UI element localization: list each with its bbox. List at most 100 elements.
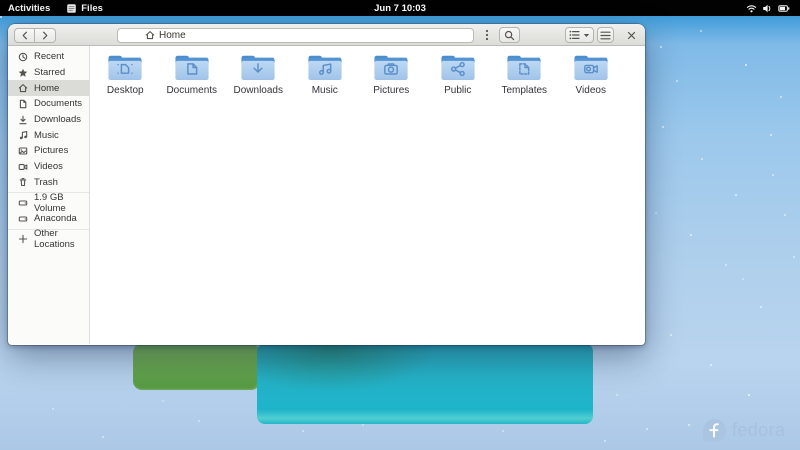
- background-window-teal[interactable]: [257, 343, 593, 424]
- files-app-icon: [67, 3, 77, 13]
- sidebar-item-label: Pictures: [34, 145, 69, 157]
- download-icon: [19, 115, 27, 124]
- folder-label: Downloads: [233, 85, 283, 96]
- app-menu-label: Files: [81, 2, 103, 14]
- sidebar-item-label: Starred: [34, 67, 66, 79]
- kebab-menu-icon: [485, 29, 489, 41]
- file-grid: Desktop Documents Downloads Music Pictur…: [90, 46, 645, 344]
- folder-icon: [308, 55, 342, 80]
- sidebar-item-music[interactable]: Music: [8, 127, 89, 143]
- folder-label: Templates: [501, 85, 548, 96]
- desktop: fedora Activities Files Jun 7 10:03 Home…: [0, 0, 800, 450]
- header-bar: Home: [8, 24, 645, 46]
- folder-icon: [374, 55, 408, 80]
- sidebar-item-label: Music: [34, 129, 59, 141]
- sidebar-item-label: Documents: [34, 98, 83, 110]
- folder-label: Videos: [575, 85, 606, 96]
- folder-icon: [507, 55, 541, 80]
- sidebar-item-starred[interactable]: Starred: [8, 65, 89, 81]
- sidebar-item-label: Downloads: [34, 114, 81, 126]
- folder-desktop[interactable]: Desktop: [92, 52, 159, 96]
- path-location-label: Home: [159, 29, 186, 41]
- sidebar-item-trash[interactable]: Trash: [8, 175, 89, 191]
- folder-music[interactable]: Music: [292, 52, 359, 96]
- folder-downloads[interactable]: Downloads: [225, 52, 292, 96]
- folder-label: Public: [444, 85, 472, 96]
- sidebar-item-videos[interactable]: Videos: [8, 159, 89, 175]
- folder-icon: [241, 55, 275, 80]
- fedora-wordmark: fedora: [732, 420, 786, 440]
- chevron-left-icon: [22, 31, 27, 39]
- music-note-icon: [19, 131, 28, 140]
- plus-icon: [18, 235, 28, 244]
- location-options-button[interactable]: [479, 28, 495, 43]
- trash-icon: [19, 178, 27, 187]
- folder-documents[interactable]: Documents: [159, 52, 226, 96]
- folder-icon: [574, 55, 608, 80]
- sidebar-item-label: Videos: [34, 161, 63, 173]
- volume-icon: [763, 4, 771, 12]
- fedora-logo: fedora: [702, 418, 785, 443]
- star-icon: [18, 68, 28, 77]
- folder-label: Documents: [166, 85, 218, 96]
- battery-icon: [778, 4, 790, 12]
- wifi-icon: [746, 4, 757, 12]
- video-camera-icon: [18, 163, 28, 170]
- chevron-down-icon: [583, 33, 590, 37]
- history-buttons: [14, 27, 56, 43]
- fedora-logo-mark: [702, 418, 727, 443]
- sidebar-item-anaconda[interactable]: Anaconda: [8, 211, 89, 227]
- home-icon: [145, 31, 155, 40]
- folder-icon: [108, 55, 142, 80]
- sidebar: Recent Starred Home Documents Downloads …: [8, 46, 90, 344]
- folder-label: Music: [311, 85, 338, 96]
- wallpaper-speckles: [0, 16, 2, 18]
- folder-videos[interactable]: Videos: [558, 52, 625, 96]
- folder-grid: Desktop Documents Downloads Music Pictur…: [92, 52, 624, 96]
- top-bar: Activities Files Jun 7 10:03: [0, 0, 800, 16]
- activities-button[interactable]: Activities: [0, 0, 58, 16]
- folder-pictures[interactable]: Pictures: [358, 52, 425, 96]
- search-button[interactable]: [499, 27, 520, 43]
- list-view-icon: [569, 30, 580, 40]
- sidebar-item-home[interactable]: Home: [8, 80, 89, 97]
- files-window: Home Recent Starred Home Documents Downl…: [8, 24, 645, 345]
- folder-label: Desktop: [106, 85, 144, 96]
- folder-icon: [175, 55, 209, 80]
- sidebar-item-label: Home: [34, 82, 60, 94]
- image-icon: [18, 147, 28, 155]
- folder-label: Pictures: [373, 85, 410, 96]
- sidebar-item-label: Anaconda: [34, 213, 77, 225]
- drive-icon: [18, 200, 28, 206]
- background-window-green[interactable]: [133, 343, 260, 390]
- drive-icon: [18, 216, 28, 222]
- recent-icon: [18, 52, 28, 62]
- clock-button[interactable]: Jun 7 10:03: [374, 0, 426, 16]
- sidebar-item-label: Recent: [34, 51, 65, 63]
- sidebar-item-recent[interactable]: Recent: [8, 49, 89, 65]
- path-bar[interactable]: Home: [117, 27, 474, 43]
- app-menu-button[interactable]: Files: [58, 0, 111, 16]
- forward-button[interactable]: [35, 27, 56, 43]
- sidebar-item-label: 1.9 GB Volume: [34, 192, 66, 215]
- document-icon: [19, 99, 27, 109]
- close-button[interactable]: [623, 27, 640, 43]
- sidebar-item-label: Other Locations: [34, 228, 75, 251]
- sidebar-item-other-locations[interactable]: Other Locations: [8, 228, 89, 250]
- sidebar-item-documents[interactable]: Documents: [8, 96, 89, 112]
- chevron-right-icon: [43, 31, 48, 39]
- close-icon: [627, 31, 636, 39]
- home-icon: [18, 84, 28, 93]
- search-icon: [504, 30, 515, 40]
- system-tray[interactable]: [742, 0, 794, 16]
- sidebar-item-downloads[interactable]: Downloads: [8, 112, 89, 128]
- menu-button[interactable]: [597, 27, 614, 43]
- folder-public[interactable]: Public: [425, 52, 492, 96]
- folder-templates[interactable]: Templates: [491, 52, 558, 96]
- back-button[interactable]: [14, 27, 35, 43]
- view-toggle-button[interactable]: [565, 27, 594, 43]
- folder-icon: [441, 55, 475, 80]
- sidebar-item-volume[interactable]: 1.9 GB Volume: [8, 192, 89, 215]
- sidebar-item-pictures[interactable]: Pictures: [8, 143, 89, 159]
- sidebar-item-label: Trash: [34, 176, 58, 188]
